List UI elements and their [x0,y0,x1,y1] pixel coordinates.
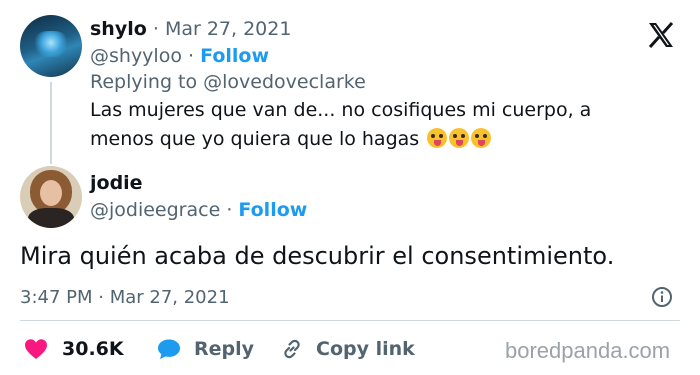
avatar-jodie[interactable] [20,166,82,228]
display-name[interactable]: shylo [90,18,147,40]
squinting-face-with-tongue-icon [427,128,448,148]
shylo-connector-line [50,82,52,164]
copy-link-button[interactable]: Copy link [280,337,415,361]
x-logo-icon[interactable] [646,20,676,50]
separator-dot: · [188,45,195,67]
follow-button[interactable]: Follow [238,199,307,221]
follow-button[interactable]: Follow [200,45,269,67]
reply-bubble-icon [158,339,180,359]
heart-icon [25,339,47,359]
handle[interactable]: @shyyloo [90,45,182,67]
like-button[interactable]: 30.6K [24,337,124,361]
like-count: 30.6K [62,338,124,360]
tweet-date[interactable]: Mar 27, 2021 [165,18,292,40]
divider [20,320,680,321]
avatar-shylo[interactable] [20,15,82,77]
reply-tweet-text: Las mujeres que van de... no cosifiques … [90,99,592,150]
separator-dot: · [152,18,159,40]
separator-dot: · [226,199,233,221]
squinting-face-with-tongue-icon [449,128,470,148]
tweet-timestamp[interactable]: 3:47 PM · Mar 27, 2021 [20,287,230,308]
main-tweet-text: Mira quién acaba de descubrir el consent… [20,242,615,270]
link-icon [284,339,300,359]
copy-link-label: Copy link [316,338,415,360]
display-name[interactable]: jodie [90,172,143,194]
reply-label: Reply [194,338,255,360]
reply-tweet-body: Las mujeres que van de... no cosifiques … [90,96,660,154]
info-icon[interactable] [651,286,673,308]
watermark: boredpanda.com [505,338,671,363]
squinting-face-with-tongue-icon [471,128,492,148]
handle[interactable]: @jodieegrace [90,199,220,221]
replying-to[interactable]: Replying to @lovedoveclarke [90,71,366,93]
reply-button[interactable]: Reply [157,337,254,361]
